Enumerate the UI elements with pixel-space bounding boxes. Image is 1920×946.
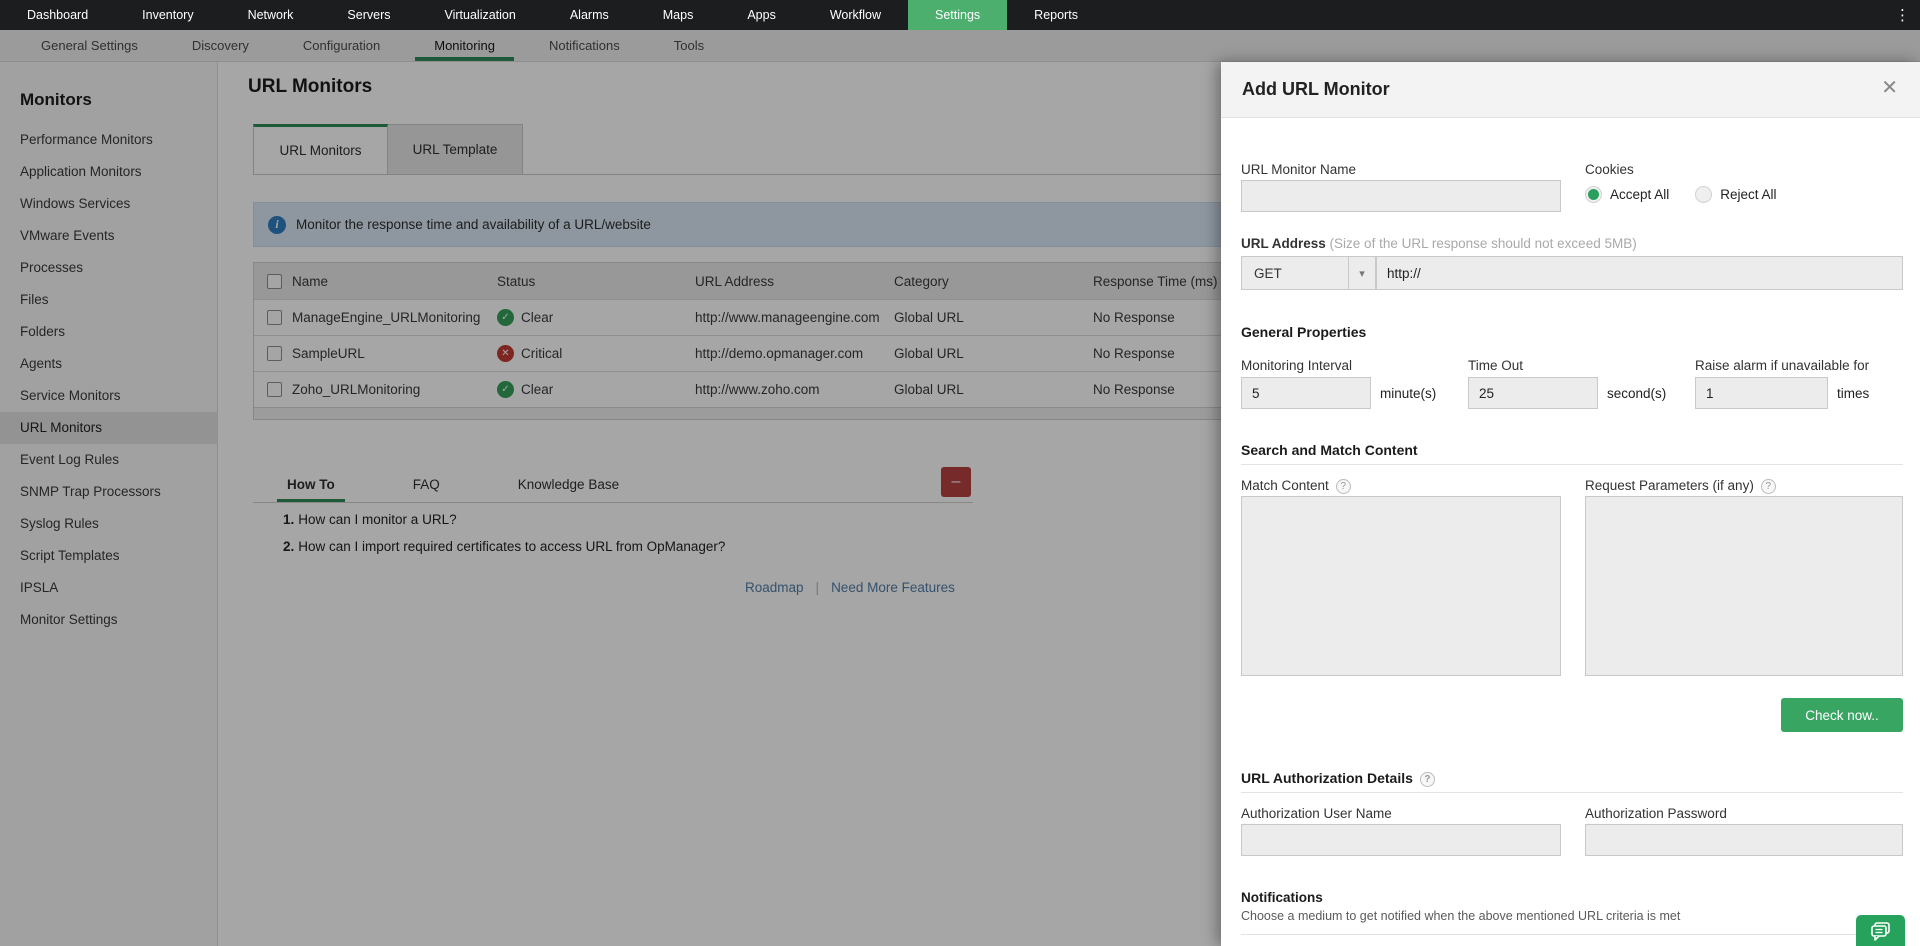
auth-password-input[interactable]: [1585, 824, 1903, 856]
top-nav: Dashboard Inventory Network Servers Virt…: [0, 0, 1920, 30]
raise-alarm-unit: times: [1837, 386, 1869, 401]
reject-all-label: Reject All: [1720, 187, 1776, 202]
monitoring-interval-label: Monitoring Interval: [1241, 358, 1456, 373]
panel-title: Add URL Monitor: [1242, 79, 1390, 100]
accept-all-radio[interactable]: Accept All: [1585, 186, 1669, 203]
url-authorization-heading-text: URL Authorization Details: [1241, 770, 1413, 786]
auth-user-input[interactable]: [1241, 824, 1561, 856]
nav-virtualization[interactable]: Virtualization: [418, 0, 543, 30]
chat-icon: [1870, 921, 1892, 941]
nav-apps[interactable]: Apps: [720, 0, 803, 30]
nav-reports[interactable]: Reports: [1007, 0, 1105, 30]
monitoring-interval-field: Monitoring Interval minute(s): [1241, 358, 1456, 409]
request-params-label-text: Request Parameters (if any): [1585, 478, 1754, 493]
help-icon[interactable]: ?: [1420, 772, 1435, 787]
match-content-textarea[interactable]: [1241, 496, 1561, 676]
url-address-input[interactable]: [1376, 256, 1903, 290]
monitoring-interval-input[interactable]: [1241, 377, 1371, 409]
raise-alarm-field: Raise alarm if unavailable for times: [1695, 358, 1910, 409]
search-match-heading: Search and Match Content: [1241, 442, 1418, 458]
url-address-label-text: URL Address: [1241, 236, 1326, 251]
nav-dashboard[interactable]: Dashboard: [0, 0, 115, 30]
radio-unselected-icon: [1695, 186, 1712, 203]
app-root: Dashboard Inventory Network Servers Virt…: [0, 0, 1920, 946]
request-params-textarea[interactable]: [1585, 496, 1903, 676]
help-icon[interactable]: ?: [1336, 479, 1351, 494]
section-divider: [1241, 792, 1903, 793]
match-content-label-text: Match Content: [1241, 478, 1329, 493]
section-divider: [1241, 464, 1903, 465]
reject-all-radio[interactable]: Reject All: [1695, 186, 1776, 203]
notifications-heading: Notifications: [1241, 890, 1323, 905]
auth-user-label: Authorization User Name: [1241, 806, 1392, 821]
time-out-label: Time Out: [1468, 358, 1683, 373]
notifications-description: Choose a medium to get notified when the…: [1241, 909, 1680, 923]
url-authorization-heading: URL Authorization Details?: [1241, 770, 1435, 787]
section-divider: [1241, 934, 1903, 935]
http-method-select[interactable]: GET ▾: [1241, 256, 1376, 290]
url-address-hint: (Size of the URL response should not exc…: [1330, 236, 1637, 251]
nav-network[interactable]: Network: [221, 0, 321, 30]
nav-maps[interactable]: Maps: [636, 0, 721, 30]
check-now-button[interactable]: Check now..: [1781, 698, 1903, 732]
http-method-value: GET: [1242, 266, 1348, 281]
time-out-input[interactable]: [1468, 377, 1598, 409]
time-out-field: Time Out second(s): [1468, 358, 1683, 409]
panel-header: Add URL Monitor ✕: [1221, 62, 1920, 118]
cookies-label: Cookies: [1585, 162, 1634, 177]
nav-alarms[interactable]: Alarms: [543, 0, 636, 30]
url-monitor-name-label: URL Monitor Name: [1241, 162, 1356, 177]
auth-password-label: Authorization Password: [1585, 806, 1727, 821]
url-monitor-name-input[interactable]: [1241, 180, 1561, 212]
kebab-menu-icon[interactable]: ⋮: [1895, 0, 1910, 30]
nav-inventory[interactable]: Inventory: [115, 0, 220, 30]
close-icon[interactable]: ✕: [1881, 78, 1898, 98]
time-out-unit: second(s): [1607, 386, 1666, 401]
nav-settings[interactable]: Settings: [908, 0, 1007, 30]
chat-button[interactable]: [1856, 915, 1905, 946]
match-content-label: Match Content?: [1241, 478, 1351, 494]
general-properties-heading: General Properties: [1241, 324, 1366, 340]
nav-workflow[interactable]: Workflow: [803, 0, 908, 30]
chevron-down-icon: ▾: [1348, 257, 1375, 289]
radio-selected-icon: [1585, 186, 1602, 203]
nav-servers[interactable]: Servers: [320, 0, 417, 30]
monitoring-interval-unit: minute(s): [1380, 386, 1436, 401]
raise-alarm-label: Raise alarm if unavailable for: [1695, 358, 1910, 373]
request-params-label: Request Parameters (if any)?: [1585, 478, 1776, 494]
help-icon[interactable]: ?: [1761, 479, 1776, 494]
raise-alarm-input[interactable]: [1695, 377, 1828, 409]
cookies-radio-group: Accept All Reject All: [1585, 186, 1777, 203]
accept-all-label: Accept All: [1610, 187, 1669, 202]
url-address-label: URL Address (Size of the URL response sh…: [1241, 236, 1637, 251]
add-url-monitor-panel: Add URL Monitor ✕ URL Monitor Name Cooki…: [1221, 62, 1920, 946]
